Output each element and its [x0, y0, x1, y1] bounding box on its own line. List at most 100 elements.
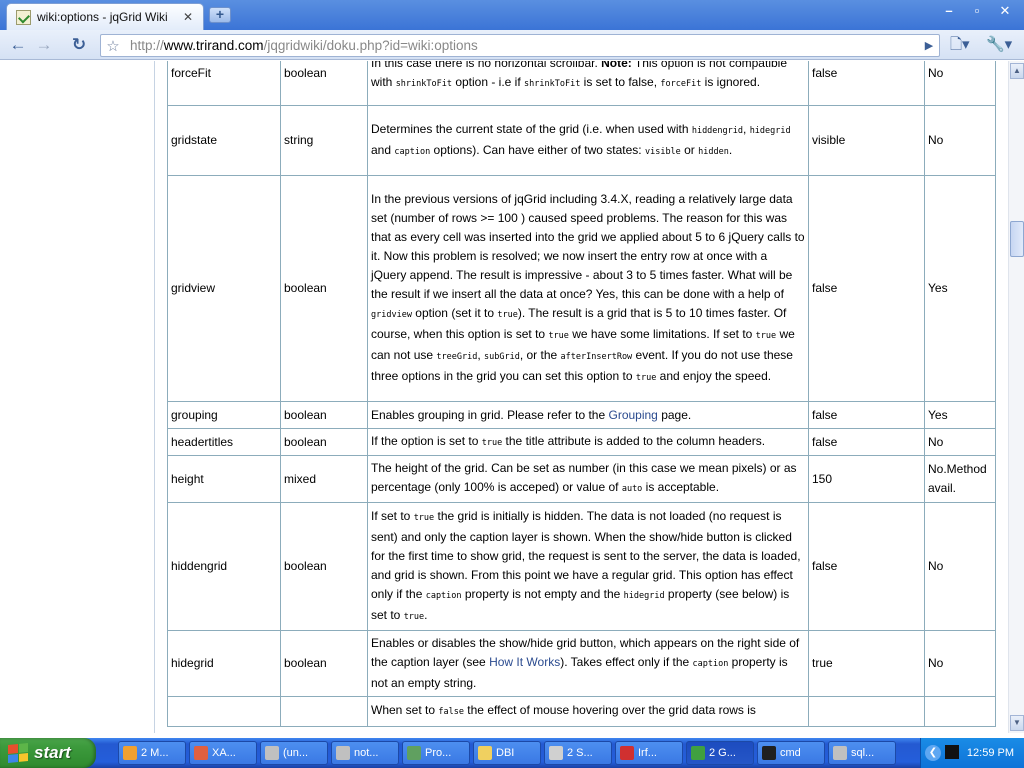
go-arrow-icon[interactable]: ▶: [919, 39, 939, 52]
taskbar-button[interactable]: cmd: [757, 741, 825, 765]
description-text: If the option is set to: [371, 433, 482, 448]
description-text: or: [680, 142, 699, 157]
code-literal: hidegrid: [749, 125, 791, 136]
option-description: If set to true the grid is initially is …: [367, 502, 809, 631]
tab-close-icon[interactable]: ✕: [181, 10, 195, 24]
vertical-scrollbar[interactable]: ▲ ▼: [1008, 61, 1024, 733]
note-label: Note:: [601, 61, 632, 70]
wiki-link[interactable]: Grouping: [608, 408, 657, 422]
show-hidden-icons-icon[interactable]: ❮: [925, 745, 941, 761]
code-literal: true: [481, 437, 503, 448]
description-text: and: [371, 142, 395, 157]
taskbar-button-label: XA...: [212, 747, 236, 759]
reload-icon[interactable]: ↻: [67, 34, 91, 56]
description-text: and enjoy the speed.: [656, 368, 772, 383]
option-type: mixed: [280, 455, 368, 503]
maximize-icon[interactable]: ▫: [964, 3, 990, 21]
description-text: ). Takes effect only if the: [560, 655, 693, 669]
code-literal: caption: [394, 146, 431, 157]
forward-arrow-icon[interactable]: →: [32, 34, 56, 56]
description-text: the effect of mouse hovering over the gr…: [463, 703, 756, 717]
start-button[interactable]: start: [0, 738, 96, 768]
option-name: gridstate: [167, 105, 281, 176]
bookmark-star-icon[interactable]: ☆: [101, 37, 125, 55]
page-menu-icon[interactable]: 🗋▾: [950, 34, 970, 56]
back-arrow-icon[interactable]: ←: [6, 34, 30, 56]
code-literal: afterInsertRow: [560, 351, 633, 362]
dokuwiki-favicon-icon: [15, 9, 31, 25]
scrollbar-thumb[interactable]: [1010, 221, 1024, 257]
option-row: When set to false the effect of mouse ho…: [167, 696, 996, 727]
code-literal: true: [755, 330, 777, 341]
taskbar-button-label: 2 M...: [141, 747, 169, 759]
url-text[interactable]: http://www.trirand.com/jqgridwiki/doku.p…: [125, 38, 919, 53]
taskbar-button[interactable]: not...: [331, 741, 399, 765]
option-row: hiddengrid boolean If set to true the grid…: [167, 502, 996, 631]
code-literal: visible: [644, 146, 681, 157]
app-icon: [691, 746, 705, 760]
taskbar-button-label: (un...: [283, 747, 309, 759]
tray-app-icon[interactable]: [945, 745, 959, 759]
option-default: false: [808, 175, 925, 402]
minimize-icon[interactable]: –: [936, 3, 962, 21]
taskbar-button[interactable]: Pro...: [402, 741, 470, 765]
description-text: property is not empty and the: [461, 586, 624, 601]
browser-tab[interactable]: wiki:options - jqGrid Wiki ✕: [6, 3, 204, 30]
taskbar-button[interactable]: Irf...: [615, 741, 683, 765]
system-tray: ❮ 12:59 PM: [920, 738, 1024, 768]
taskbar-button[interactable]: XA...: [189, 741, 257, 765]
taskbar-button[interactable]: 2 M...: [118, 741, 186, 765]
taskbar-button-label: not...: [354, 747, 379, 759]
option-default: 150: [808, 455, 925, 503]
description-text: The height of the grid. Can be set as nu…: [371, 461, 797, 494]
new-tab-button[interactable]: +: [209, 7, 231, 23]
description-text: option (set it to: [411, 305, 498, 320]
option-type: boolean: [280, 175, 368, 402]
description-text: the title attribute is added to the colu…: [502, 433, 766, 448]
taskbar-button-label: sql...: [851, 747, 875, 759]
option-row: forceFit boolean In this case there is no …: [167, 61, 996, 106]
taskbar-button[interactable]: sql...: [828, 741, 896, 765]
taskbar-button[interactable]: 2 G...: [686, 741, 754, 765]
option-default: false: [808, 401, 925, 429]
taskbar-button-label: cmd: [780, 747, 801, 759]
option-default: false: [808, 428, 925, 456]
option-can-change: No: [924, 428, 996, 456]
option-name: headertitles: [167, 428, 281, 456]
code-literal: caption: [692, 659, 729, 669]
app-icon: [833, 746, 847, 760]
option-description: If the option is set to true the title a…: [367, 428, 809, 456]
description-text: ,: [477, 347, 485, 362]
taskbar-button-label: Irf...: [638, 747, 657, 759]
option-description: Enables grouping in grid. Please refer t…: [367, 401, 809, 429]
wrench-menu-icon[interactable]: 🔧▾: [986, 34, 1012, 56]
address-bar[interactable]: ☆ http://www.trirand.com/jqgridwiki/doku…: [100, 34, 940, 57]
code-literal: subGrid: [484, 351, 520, 362]
app-icon: [549, 746, 563, 760]
app-icon: [478, 746, 492, 760]
description-text: ,: [743, 121, 750, 136]
option-type: boolean: [280, 502, 368, 631]
wiki-link[interactable]: How It Works: [489, 655, 560, 669]
windows-taskbar: start 2 M... XA... (un... not... Pro... DBI 2 …: [0, 738, 1024, 768]
option-name: hidegrid: [167, 630, 281, 697]
taskbar-button[interactable]: (un...: [260, 741, 328, 765]
option-row: grouping boolean Enables grouping in grid.…: [167, 401, 996, 429]
app-icon: [762, 746, 776, 760]
option-description: In the previous versions of jqGrid inclu…: [367, 175, 809, 402]
taskbar-button-label: 2 S...: [567, 747, 593, 759]
description-text: is acceptable.: [642, 480, 720, 494]
scroll-down-icon[interactable]: ▼: [1010, 715, 1024, 731]
option-type: boolean: [280, 428, 368, 456]
browser-titlebar: wiki:options - jqGrid Wiki ✕ + – ▫ ✕: [0, 0, 1024, 30]
option-name: grouping: [167, 401, 281, 429]
option-type: string: [280, 105, 368, 176]
option-type: [280, 696, 368, 727]
scroll-up-icon[interactable]: ▲: [1010, 63, 1024, 79]
app-icon: [336, 746, 350, 760]
taskbar-button[interactable]: 2 S...: [544, 741, 612, 765]
option-name: hiddengrid: [167, 502, 281, 631]
app-icon: [265, 746, 279, 760]
close-window-icon[interactable]: ✕: [992, 3, 1018, 21]
taskbar-button[interactable]: DBI: [473, 741, 541, 765]
